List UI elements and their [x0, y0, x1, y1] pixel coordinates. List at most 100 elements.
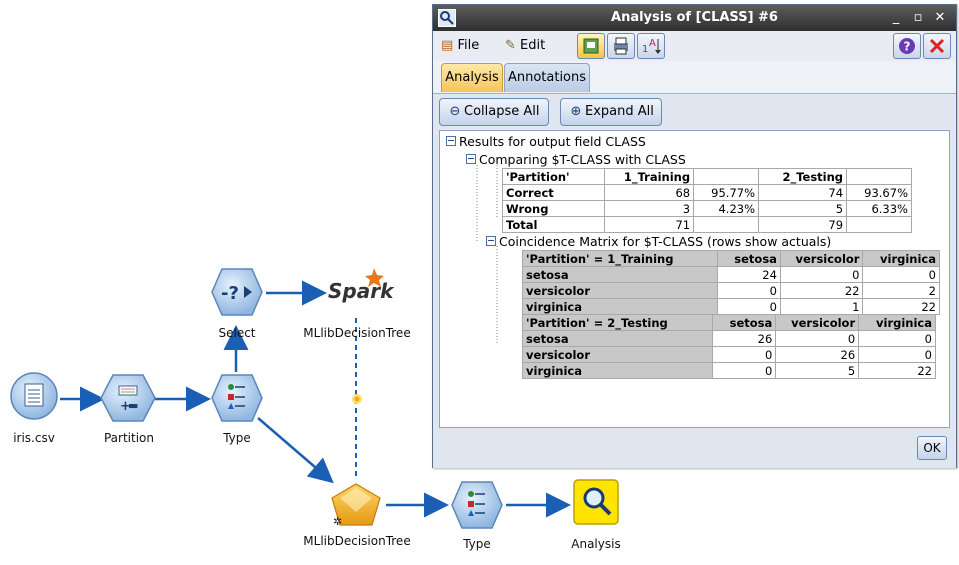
table-cell: 0 — [717, 282, 781, 299]
table-cell: setosa — [712, 314, 777, 331]
table-row: Wrong 3 4.23% 5 6.33% — [501, 200, 912, 217]
ok-button[interactable]: OK — [917, 436, 947, 460]
table-cell: 3 — [604, 200, 695, 217]
dialog-titlebar[interactable]: Analysis of [CLASS] #6 _ ▫ ✕ — [433, 5, 956, 31]
menu-edit-label: Edit — [520, 38, 546, 53]
close-window-icon[interactable]: ✕ — [933, 11, 947, 25]
table-cell: 1_Training — [604, 168, 695, 185]
type-icon — [228, 384, 245, 409]
close-icon — [929, 38, 945, 54]
table-cell: 4.23% — [693, 200, 760, 217]
table-cell: 0 — [779, 266, 864, 283]
table-row: virginica 0 1 22 — [521, 298, 940, 315]
tree-coincidence[interactable]: Coincidence Matrix for $T-CLASS (rows sh… — [486, 234, 831, 249]
export-tool-button[interactable] — [577, 33, 605, 59]
analysis-tab-panel: ⊖ Collapse All ⊕ Expand All Results for ou… — [433, 93, 956, 468]
table-header-row: 'Partition' 1_Training 2_Testing — [501, 168, 912, 185]
table-cell: 22 — [862, 298, 940, 315]
sort-tool-button[interactable]: 1A — [637, 33, 665, 59]
node-label-type: Type — [223, 431, 251, 445]
node-label-spark: MLlibDecisionTree — [303, 326, 411, 340]
close-dialog-button[interactable] — [923, 33, 951, 59]
table-cell — [693, 168, 760, 185]
svg-text:▬: ▬ — [128, 399, 138, 412]
table-cell: 'Partition' = 1_Training — [521, 250, 719, 267]
expand-all-button[interactable]: ⊕ Expand All — [560, 98, 662, 126]
table-cell: 0 — [858, 330, 936, 347]
table-row: versicolor 0 26 0 — [521, 346, 936, 363]
menubar: ▤ File ✎ Edit 1A ? — [433, 31, 956, 61]
tree-root[interactable]: Results for output field CLASS — [446, 134, 646, 149]
table-cell — [693, 216, 760, 233]
menu-file-label: File — [457, 38, 480, 53]
table-row: setosa 24 0 0 — [521, 266, 940, 283]
analysis-dialog: Analysis of [CLASS] #6 _ ▫ ✕ ▤ File ✎ Ed… — [432, 4, 957, 468]
table-row: setosa 26 0 0 — [521, 330, 936, 347]
collapse-toggle-icon[interactable] — [446, 136, 456, 146]
table-cell: 93.67% — [846, 184, 912, 201]
print-tool-button[interactable] — [607, 33, 635, 59]
type-icon — [468, 491, 485, 516]
table-cell: versicolor — [779, 250, 864, 267]
table-cell: 5 — [775, 362, 860, 379]
coincidence-matrix-training: 'Partition' = 1_Training setosa versicol… — [521, 250, 940, 315]
table-cell: 6.33% — [846, 200, 912, 217]
link-type-model[interactable] — [257, 417, 334, 484]
table-cell — [846, 168, 912, 185]
table-cell: 74 — [758, 184, 848, 201]
minimize-icon[interactable]: _ — [889, 11, 903, 25]
collapse-all-button[interactable]: ⊖ Collapse All — [439, 98, 549, 126]
print-icon — [614, 37, 628, 55]
table-cell: 2 — [862, 282, 940, 299]
maximize-icon[interactable]: ▫ — [911, 11, 925, 25]
menu-file[interactable]: ▤ File — [441, 38, 479, 53]
partition-icon: + ▬ — [118, 385, 138, 414]
collapse-toggle-icon[interactable] — [466, 154, 476, 164]
sort-icon: 1A — [642, 38, 661, 55]
node-iris-csv[interactable] — [10, 372, 58, 420]
node-label-analysis: Analysis — [571, 537, 621, 551]
table-cell — [846, 216, 912, 233]
table-row: virginica 0 5 22 — [521, 362, 936, 379]
table-cell: 79 — [758, 216, 848, 233]
file-icon — [24, 383, 44, 407]
svg-text:A: A — [649, 38, 656, 49]
table-cell: Correct — [501, 184, 606, 201]
table-cell: 0 — [775, 330, 860, 347]
tab-analysis[interactable]: Analysis — [441, 63, 503, 92]
comparison-table: 'Partition' 1_Training 2_Testing Correct… — [501, 168, 912, 233]
svg-text:?: ? — [904, 40, 911, 54]
table-cell: setosa — [521, 266, 719, 283]
table-cell: 5 — [758, 200, 848, 217]
table-cell: Wrong — [501, 200, 606, 217]
table-cell: 'Partition' = 2_Testing — [521, 314, 714, 331]
svg-text:1: 1 — [642, 44, 648, 55]
spark-small-icon: ✲ — [333, 515, 342, 528]
node-model-nugget[interactable]: ✲ — [331, 483, 381, 528]
node-select[interactable]: -? — [211, 268, 263, 316]
tree-coincidence-label: Coincidence Matrix for $T-CLASS (rows sh… — [499, 234, 832, 249]
table-header-row: 'Partition' = 2_Testing setosa versicolo… — [521, 314, 936, 331]
table-row: versicolor 0 22 2 — [521, 282, 940, 299]
expand-icon: ⊕ — [570, 104, 582, 119]
node-spark-mllib[interactable]: Spark — [328, 268, 395, 303]
tab-annotations[interactable]: Annotations — [504, 63, 590, 92]
node-analysis[interactable] — [573, 479, 619, 525]
results-tree[interactable]: Results for output field CLASS Comparing… — [439, 130, 950, 428]
generated-star-icon — [352, 394, 362, 404]
node-type[interactable] — [211, 374, 263, 422]
node-type-2[interactable] — [451, 481, 503, 529]
table-header-row: 'Partition' = 1_Training setosa versicol… — [521, 250, 940, 267]
table-cell: 26 — [712, 330, 777, 347]
table-cell: 24 — [717, 266, 781, 283]
collapse-toggle-icon[interactable] — [486, 236, 496, 246]
node-label-select: Select — [218, 326, 256, 340]
tree-comparing[interactable]: Comparing $T-CLASS with CLASS — [466, 152, 686, 167]
node-label-partition: Partition — [103, 431, 154, 445]
table-cell: 68 — [604, 184, 695, 201]
node-partition[interactable]: + ▬ — [100, 374, 156, 422]
node-label-model: MLlibDecisionTree — [303, 534, 411, 548]
menu-edit[interactable]: ✎ Edit — [505, 38, 545, 53]
help-button[interactable]: ? — [893, 33, 921, 59]
collapse-all-label: Collapse All — [464, 104, 540, 119]
